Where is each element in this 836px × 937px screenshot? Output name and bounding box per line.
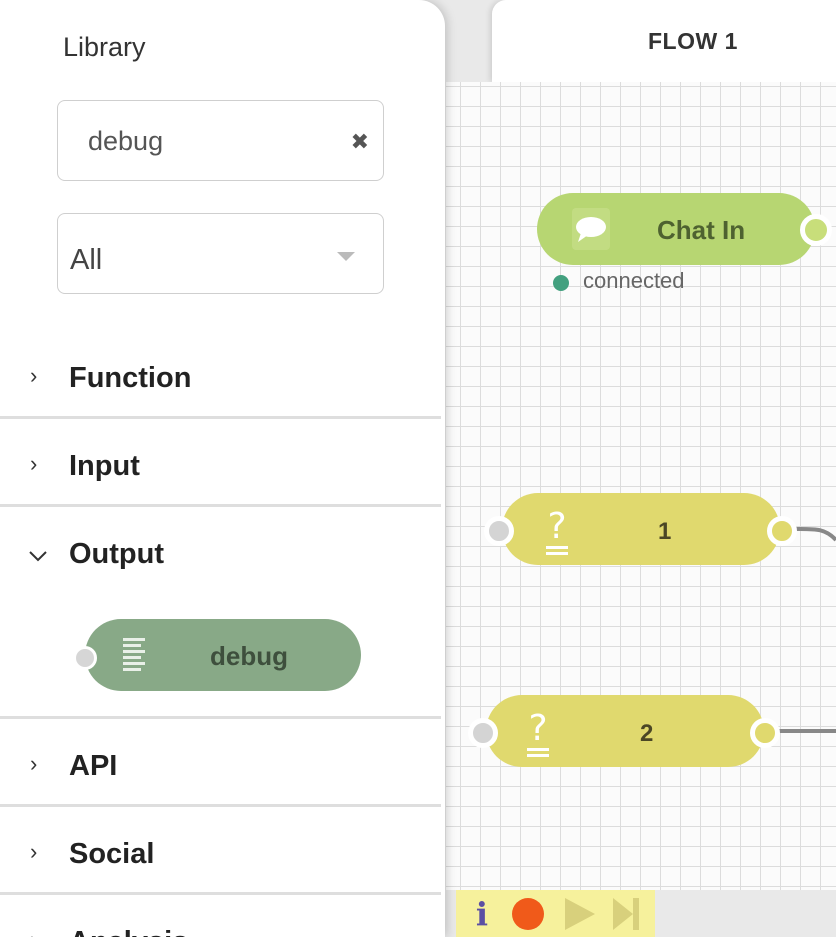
- category-social[interactable]: › Social: [0, 807, 441, 895]
- category-label: Output: [69, 538, 165, 570]
- chevron-down-icon: [337, 252, 355, 261]
- category-filter-select[interactable]: All: [57, 213, 384, 294]
- info-icon[interactable]: i: [466, 890, 498, 937]
- flow-node-chat-in-label: Chat In: [657, 215, 746, 245]
- svg-text:?: ?: [528, 708, 547, 749]
- category-function[interactable]: › Function: [0, 331, 441, 419]
- filter-value: All: [70, 244, 103, 276]
- search-box: ✖: [57, 100, 384, 181]
- category-label: API: [69, 750, 118, 782]
- step-forward-icon[interactable]: [606, 890, 646, 937]
- category-label: Input: [69, 450, 140, 482]
- library-title: Library: [63, 32, 146, 62]
- close-icon[interactable]: ✖: [351, 131, 369, 153]
- search-input[interactable]: [88, 123, 328, 159]
- category-label: Function: [69, 362, 192, 394]
- chevron-right-icon: ›: [30, 929, 37, 937]
- input-port[interactable]: [468, 718, 498, 748]
- tab-flow-1-label: FLOW 1: [648, 28, 738, 54]
- chat-bubble-icon: [572, 208, 610, 255]
- flow-node-1-label: 1: [658, 518, 672, 545]
- play-icon[interactable]: [560, 890, 600, 937]
- record-icon[interactable]: [508, 890, 548, 937]
- chevron-right-icon: ›: [30, 839, 38, 864]
- status-text: connected: [583, 268, 685, 293]
- output-port[interactable]: [767, 516, 797, 546]
- question-icon: ?: [521, 706, 555, 763]
- chevron-right-icon: ›: [30, 751, 38, 776]
- output-port[interactable]: [800, 214, 832, 246]
- status-dot: [553, 275, 569, 291]
- list-icon: [123, 636, 147, 681]
- flow-node-2-label: 2: [640, 720, 654, 747]
- chevron-right-icon: ›: [30, 451, 38, 476]
- category-label: Social: [69, 838, 155, 870]
- svg-text:?: ?: [547, 506, 566, 547]
- input-port[interactable]: [484, 516, 514, 546]
- category-input[interactable]: › Input: [0, 419, 441, 507]
- category-analysis[interactable]: › Analysis: [0, 895, 441, 937]
- chevron-down-icon: [28, 545, 48, 565]
- chevron-right-icon: ›: [30, 363, 38, 388]
- category-api[interactable]: › API: [0, 719, 441, 807]
- palette-node-debug-label: debug: [210, 641, 288, 671]
- debug-toolbar: i: [456, 890, 655, 937]
- question-icon: ?: [540, 504, 574, 561]
- category-label: Analysis: [69, 926, 188, 937]
- library-sidebar: Library ✖ All › Function › Input Output …: [0, 0, 445, 937]
- output-port[interactable]: [750, 718, 780, 748]
- input-port: [73, 646, 97, 670]
